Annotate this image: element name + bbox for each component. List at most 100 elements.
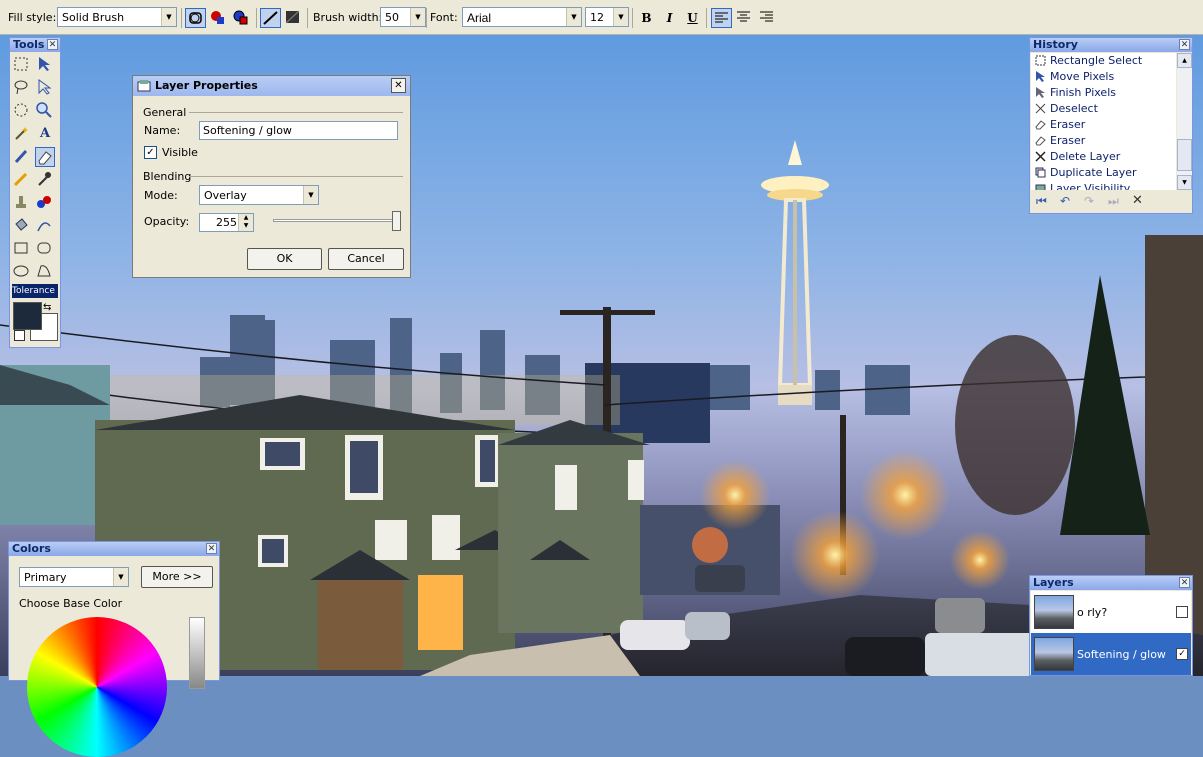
layers-titlebar: Layers ✕ <box>1030 576 1192 590</box>
opacity-slider-thumb[interactable] <box>392 211 401 231</box>
opacity-slider-track[interactable] <box>273 219 401 222</box>
lasso-select-tool[interactable] <box>12 78 32 98</box>
fill-style-dropdown[interactable]: Solid Brush ▼ <box>57 7 177 27</box>
ellipse-select-tool[interactable] <box>12 101 32 121</box>
eyedropper-icon <box>38 172 51 186</box>
draw-shape-fill-button[interactable] <box>208 8 229 28</box>
history-scrollbar[interactable]: ▲ ▼ <box>1177 53 1192 190</box>
gradient-tool[interactable] <box>35 216 55 236</box>
color-wheel[interactable] <box>27 617 167 757</box>
layer-row[interactable]: o rly? <box>1031 591 1191 633</box>
font-family-dropdown[interactable]: Arial ▼ <box>462 7 582 27</box>
draw-shape-outline-button[interactable] <box>185 8 206 28</box>
ok-button[interactable]: OK <box>247 248 322 270</box>
delete-layer-icon <box>1035 151 1046 162</box>
align-center-button[interactable] <box>734 8 755 28</box>
name-label: Name: <box>144 124 181 137</box>
underline-button[interactable]: U <box>682 8 703 28</box>
history-item[interactable]: Eraser <box>1035 133 1085 149</box>
swap-colors-icon[interactable]: ⇆ <box>43 302 51 313</box>
blend-mode-dropdown[interactable]: Overlay ▼ <box>199 185 319 205</box>
recolor-tool[interactable] <box>35 193 55 213</box>
antialiasing-on-button[interactable] <box>260 8 281 28</box>
scrollbar-thumb[interactable] <box>1177 139 1192 171</box>
tolerance-indicator[interactable]: Tolerance <box>12 284 58 298</box>
tools-title: Tools ✕ <box>10 38 60 52</box>
draw-shape-outline-fill-button[interactable] <box>231 8 252 28</box>
rewind-icon[interactable]: ⏮ <box>1036 194 1047 209</box>
history-item[interactable]: Duplicate Layer <box>1035 165 1137 181</box>
rectangle-select-tool[interactable] <box>12 55 32 75</box>
layer-row[interactable]: Softening / glow ✓ <box>1031 633 1191 675</box>
layer-visibility-checkbox[interactable] <box>1176 606 1188 618</box>
history-item[interactable]: Rectangle Select <box>1035 53 1142 69</box>
bold-button[interactable]: B <box>636 8 657 28</box>
eraser-tool[interactable] <box>35 147 55 167</box>
history-item[interactable]: Layer Visibility <box>1035 181 1130 190</box>
scroll-down-icon[interactable]: ▼ <box>1177 175 1192 190</box>
history-item[interactable]: Finish Pixels <box>1035 85 1116 101</box>
font-size-dropdown[interactable]: 12 ▼ <box>585 7 629 27</box>
rounded-rectangle-tool[interactable] <box>35 239 55 259</box>
italic-button[interactable]: I <box>659 8 680 28</box>
visible-checkbox[interactable]: ✓ <box>144 146 157 159</box>
alpha-blending-button[interactable] <box>283 8 304 28</box>
scroll-up-icon[interactable]: ▲ <box>1177 53 1192 68</box>
history-item-label: Rectangle Select <box>1050 54 1143 67</box>
shape-outline-icon <box>189 12 202 24</box>
opacity-spinner[interactable]: ▲ ▼ <box>238 214 253 231</box>
freeform-shape-tool[interactable] <box>35 262 55 282</box>
rectangle-select-icon <box>1035 55 1046 66</box>
opacity-input[interactable]: 255 ▲ ▼ <box>199 213 254 232</box>
magic-wand-tool[interactable] <box>12 124 32 144</box>
ellipse-tool[interactable] <box>12 262 32 282</box>
clear-history-icon[interactable]: ✕ <box>1132 193 1143 208</box>
paintbrush-tool[interactable] <box>12 147 32 167</box>
close-icon[interactable]: ✕ <box>1179 577 1190 588</box>
move-selection-tool[interactable] <box>35 78 55 98</box>
align-right-button[interactable] <box>757 8 778 28</box>
primary-color-swatch[interactable] <box>13 302 42 330</box>
value-slider[interactable] <box>189 617 205 689</box>
brush-width-dropdown[interactable]: 50 ▼ <box>380 7 426 27</box>
close-icon[interactable]: ✕ <box>47 39 58 50</box>
font-family-value: Arial <box>467 11 492 25</box>
reset-colors-icon[interactable] <box>14 330 25 341</box>
clone-stamp-tool[interactable] <box>12 193 32 213</box>
redo-icon[interactable]: ↷ <box>1084 194 1094 208</box>
close-icon[interactable]: ✕ <box>391 78 406 93</box>
alpha-blending-icon <box>285 10 300 24</box>
move-selected-pixels-tool[interactable] <box>35 55 55 75</box>
layer-visibility-checkbox[interactable]: ✓ <box>1176 648 1188 660</box>
pencil-tool[interactable] <box>12 170 32 190</box>
history-list[interactable]: Rectangle Select Move Pixels Finish Pixels… <box>1031 53 1176 190</box>
history-item[interactable]: Delete Layer <box>1035 149 1120 165</box>
history-item[interactable]: Eraser <box>1035 117 1085 133</box>
cancel-button[interactable]: Cancel <box>328 248 404 270</box>
align-left-icon <box>715 12 728 23</box>
more-colors-button[interactable]: More >> <box>141 566 213 588</box>
paint-bucket-tool[interactable] <box>12 216 32 236</box>
color-palette-dropdown[interactable]: Primary ▼ <box>19 567 129 587</box>
undo-icon[interactable]: ↶ <box>1060 194 1070 208</box>
chevron-down-icon: ▼ <box>566 8 581 26</box>
close-icon[interactable]: ✕ <box>206 543 217 554</box>
clone-stamp-icon <box>16 196 26 208</box>
layer-name-input[interactable]: Softening / glow <box>199 121 398 140</box>
close-icon[interactable]: ✕ <box>1179 39 1190 50</box>
fast-forward-icon[interactable]: ⏭ <box>1108 194 1119 209</box>
history-item[interactable]: Deselect <box>1035 101 1098 117</box>
history-item[interactable]: Move Pixels <box>1035 69 1114 85</box>
tools-title-text: Tools <box>13 38 45 51</box>
history-title: History <box>1033 38 1078 51</box>
color-picker-tool[interactable] <box>35 170 55 190</box>
layer-thumbnail <box>1034 595 1074 629</box>
zoom-tool[interactable] <box>35 101 55 121</box>
rectangle-tool[interactable] <box>12 239 32 259</box>
toolbar-separator <box>632 8 633 28</box>
move-pixels-icon <box>1036 71 1045 82</box>
align-center-icon <box>737 11 750 22</box>
text-tool[interactable]: A <box>35 124 55 144</box>
align-left-button[interactable] <box>711 8 732 28</box>
layers-list[interactable]: o rly? Softening / glow ✓ <box>1031 591 1191 675</box>
